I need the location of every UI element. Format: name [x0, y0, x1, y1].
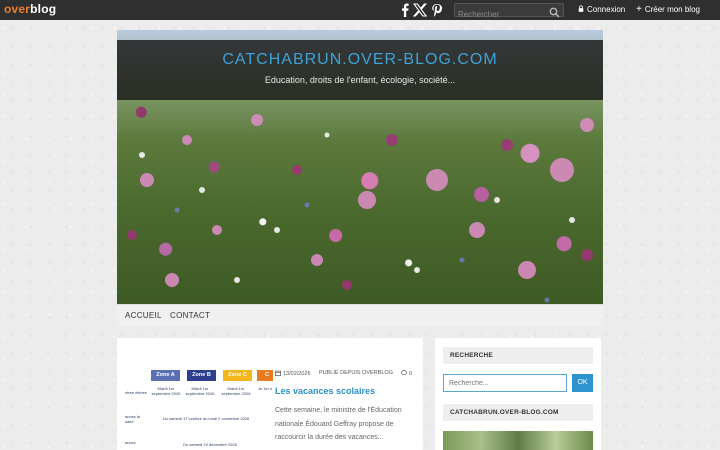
login-label: Connexion [587, 5, 626, 14]
plus-icon: + [636, 3, 642, 15]
zone-b-label: Zone B [187, 370, 216, 381]
article-card: Zone A Zone B Zone C C ntrée élèves Mard… [117, 338, 423, 450]
article-excerpt: Cette semaine, le ministre de l'Éducatio… [275, 407, 402, 441]
create-blog-label: Créer mon blog [644, 5, 700, 14]
cell-noel: Du samedi 19 décembre 2026 [183, 442, 237, 447]
logo-part-blog: blog [30, 2, 57, 16]
site-subtitle: Education, droits de l'enfant, écologie,… [264, 75, 456, 85]
login-link[interactable]: Connexion [578, 5, 625, 14]
row-label-noel: ances [125, 440, 136, 445]
zone-c2-label: C [257, 370, 273, 381]
lock-icon [578, 5, 584, 14]
article-comments[interactable]: 0 [401, 370, 412, 378]
cell-zone-b: Mardi 1er septembre 2026 [185, 386, 215, 396]
pinterest-icon[interactable] [430, 3, 444, 17]
top-search-box [454, 3, 564, 21]
create-blog-link[interactable]: + Créer mon blog [636, 3, 700, 15]
search-icon[interactable] [549, 5, 560, 18]
article-date: 13/02/2026 [275, 370, 311, 378]
blog-widget-title: CATCHABRUN.OVER-BLOG.COM [443, 404, 593, 421]
cell-zone-d: Je 1er s [257, 386, 273, 391]
site-title[interactable]: CATCHABRUN.OVER-BLOG.COM [117, 51, 603, 69]
overblog-logo[interactable]: overblog [4, 2, 56, 16]
cell-zone-a: Mardi 1er septembre 2026 [151, 386, 181, 396]
facebook-icon[interactable] [398, 3, 412, 17]
row-label-rentree: ntrée élèves [125, 390, 147, 395]
comment-count: 0 [409, 371, 413, 377]
cell-zone-c: Mardi 1er septembre 2026 [221, 386, 251, 396]
calendar-icon [275, 370, 281, 378]
article-category[interactable]: PUBLIÉ DEPUIS OVERBLOG [319, 370, 393, 376]
main-nav: ACCUEIL CONTACT [117, 304, 603, 326]
article-title[interactable]: Les vacances scolaires [275, 386, 375, 396]
article-date-text: 13/02/2026 [283, 371, 311, 377]
row-label-toussaint: ances la saint [125, 414, 140, 424]
blog-widget-image[interactable] [443, 431, 593, 450]
zone-a-label: Zone A [151, 370, 180, 381]
comment-icon [401, 370, 407, 378]
article-thumbnail[interactable]: Zone A Zone B Zone C C ntrée élèves Mard… [125, 364, 273, 450]
header-banner: CATCHABRUN.OVER-BLOG.COM Education, droi… [117, 40, 603, 100]
x-icon[interactable] [413, 3, 427, 17]
top-search-input[interactable] [455, 8, 545, 21]
logo-part-over: over [4, 2, 31, 16]
sidebar-search-input[interactable] [443, 374, 567, 392]
zone-c-label: Zone C [223, 370, 252, 381]
search-widget-title: RECHERCHE [443, 347, 593, 364]
nav-item-accueil[interactable]: ACCUEIL [125, 311, 162, 320]
top-bar: overblog Connexion + Créer mon blog [0, 0, 720, 21]
sidebar-search-button[interactable]: OK [572, 374, 593, 392]
nav-item-contact[interactable]: CONTACT [170, 311, 210, 320]
cell-toussaint: Du samedi 17 octobre au lundi 2 novembre… [162, 416, 250, 421]
